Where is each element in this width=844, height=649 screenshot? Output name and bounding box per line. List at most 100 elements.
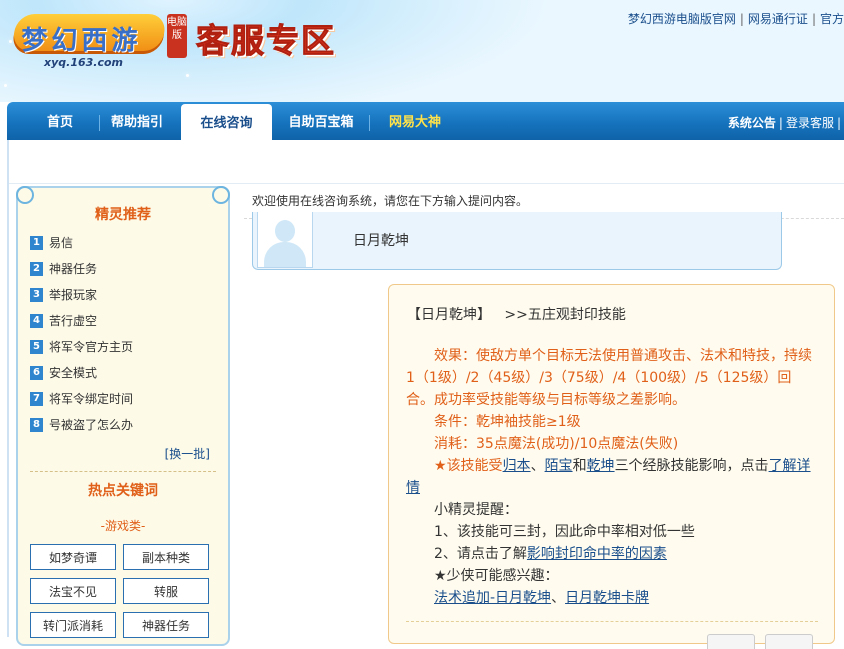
sparkle	[4, 84, 7, 87]
header-banner: 梦幻西游 电脑版 xyq.163.com 客服专区 梦幻西游电脑版官网 | 网易通行…	[0, 0, 844, 102]
divider: |	[778, 116, 783, 130]
recommend-item[interactable]: 2 神器任务	[30, 260, 97, 278]
item-number: 2	[30, 261, 43, 276]
answer-card: 【日月乾坤】 >>五庄观封印技能 效果：使敌方单个目标无法使用普通攻击、法术和特…	[388, 284, 835, 649]
sparkle	[186, 74, 189, 77]
sub-bar	[7, 140, 844, 184]
item-label: 苦行虚空	[49, 314, 98, 328]
keyword-button[interactable]: 转服	[123, 578, 209, 604]
hot-keywords-title: 热点关键词	[88, 483, 158, 499]
answer-cost: 消耗：35点魔法(成功)/10点魔法(失败)	[434, 436, 679, 452]
item-number: 4	[30, 313, 43, 328]
item-label: 举报玩家	[49, 288, 98, 302]
recommend-item[interactable]: 8 号被盗了怎么办	[30, 416, 133, 434]
sparkle	[9, 40, 12, 43]
answer-affect-line: ★该技能受归本、陌宝和乾坤三个经脉技能影响，点击了解详情	[406, 455, 818, 499]
top-link-passport[interactable]: 网易通行证	[748, 12, 808, 26]
affect-mid: 三个经脉技能影响，点击	[614, 458, 769, 474]
keyword-button[interactable]: 副本种类	[123, 544, 209, 570]
item-label: 神器任务	[49, 262, 98, 276]
tip-item: 1、该技能可三封，因此命中率相对低一些	[434, 524, 695, 540]
answer-body: 效果：使敌方单个目标无法使用普通攻击、法术和特技，持续1（1级）/2（45级）/…	[406, 345, 818, 609]
nav-self-service[interactable]: 自助百宝箱	[283, 102, 359, 140]
game-logo[interactable]: 梦幻西游 电脑版 xyq.163.com	[11, 8, 189, 72]
affect-prefix: 该技能受	[446, 458, 503, 474]
main-nav: 首页 帮助指引 在线咨询 自助百宝箱 网易大神 系统公告 | 登录客服 |	[7, 102, 844, 144]
affect-sep: 、	[530, 458, 545, 474]
tips-title: 小精灵提醒：	[434, 502, 518, 518]
answer-effect: 效果：使敌方单个目标无法使用普通攻击、法术和特技，持续1（1级）/2（45级）/…	[406, 348, 812, 408]
nav-system-notice[interactable]: 系统公告	[728, 116, 776, 130]
affect-sep: 和	[572, 458, 587, 474]
tip-prefix: 2、请点击了解	[434, 546, 527, 562]
item-label: 易信	[49, 236, 74, 250]
answer-heading: 【日月乾坤】 >>五庄观封印技能	[407, 304, 626, 324]
item-label: 号被盗了怎么办	[49, 418, 134, 432]
interest-title: ★少侠可能感兴趣：	[434, 568, 559, 584]
item-label: 将军令官方主页	[49, 340, 134, 354]
nav-right-links: 系统公告 | 登录客服 |	[728, 102, 844, 140]
user-question: 日月乾坤	[353, 233, 409, 249]
nav-help[interactable]: 帮助指引	[105, 102, 169, 140]
item-number: 1	[30, 235, 43, 250]
avatar	[257, 212, 313, 268]
logo-tag: 电脑版	[167, 14, 187, 58]
top-links: 梦幻西游电脑版官网 | 网易通行证 | 官方	[628, 10, 844, 27]
link-qiankun[interactable]: 乾坤	[587, 458, 615, 474]
page-title: 客服专区	[196, 21, 336, 61]
interest-sep: 、	[551, 590, 566, 606]
nav-divider	[369, 115, 370, 131]
avatar-head	[275, 220, 295, 242]
top-link-official[interactable]: 官方	[820, 12, 844, 26]
refresh-recommend-link[interactable]: [换一批]	[165, 445, 210, 462]
nav-online-consult[interactable]: 在线咨询	[181, 104, 272, 144]
star-icon: ★	[434, 458, 447, 474]
link-guiben[interactable]: 归本	[503, 458, 531, 474]
category-label: -游戏类-	[100, 519, 146, 533]
logo-text: 梦幻西游	[21, 26, 142, 56]
item-label: 将军令绑定时间	[49, 392, 134, 406]
keyword-button[interactable]: 神器任务	[123, 612, 209, 638]
recommend-title: 精灵推荐	[95, 207, 151, 223]
dashed-divider	[30, 471, 216, 472]
link-mobao[interactable]: 陌宝	[545, 458, 573, 474]
answer-skill-name: 【日月乾坤】	[407, 307, 491, 323]
logo-url: xyq.163.com	[44, 56, 123, 69]
keyword-button[interactable]: 法宝不见	[30, 578, 116, 604]
item-number: 5	[30, 339, 43, 354]
tip-item: 2、请点击了解影响封印命中率的因素	[406, 543, 818, 565]
recommend-item[interactable]: 3 举报玩家	[30, 286, 97, 304]
seal-hit-factors-link[interactable]: 影响封印命中率的因素	[527, 546, 667, 562]
item-number: 7	[30, 391, 43, 406]
recommend-item[interactable]: 7 将军令绑定时间	[30, 390, 133, 408]
answer-condition: 条件：乾坤袖技能≥1级	[434, 414, 581, 430]
interest-link[interactable]: 法术追加-日月乾坤	[434, 590, 551, 606]
recommend-item[interactable]: 1 易信	[30, 234, 73, 252]
corner-ornament	[16, 186, 34, 204]
feedback-button[interactable]	[765, 634, 813, 649]
recommend-item[interactable]: 6 安全模式	[30, 364, 97, 382]
corner-ornament	[212, 186, 230, 204]
recommend-item[interactable]: 5 将军令官方主页	[30, 338, 133, 356]
nav-netease-dashen[interactable]: 网易大神	[381, 102, 449, 140]
nav-login-service[interactable]: 登录客服	[786, 116, 834, 130]
divider: |	[739, 12, 744, 26]
welcome-message: 欢迎使用在线咨询系统，请您在下方输入提问内容。	[252, 194, 529, 208]
logo-wordmark: 梦幻西游	[11, 14, 167, 56]
recommend-item[interactable]: 4 苦行虚空	[30, 312, 97, 330]
item-label: 安全模式	[49, 366, 98, 380]
keyword-button[interactable]: 转门派消耗	[30, 612, 116, 638]
dashed-divider	[406, 621, 818, 622]
nav-home[interactable]: 首页	[31, 102, 89, 140]
item-number: 8	[30, 417, 43, 432]
user-message-bubble: 日月乾坤	[252, 212, 782, 270]
divider: |	[836, 116, 841, 130]
interest-links: 法术追加-日月乾坤、日月乾坤卡牌	[406, 587, 818, 609]
keyword-button[interactable]: 如梦奇谭	[30, 544, 116, 570]
interest-link[interactable]: 日月乾坤卡牌	[565, 590, 649, 606]
item-number: 6	[30, 365, 43, 380]
frame-border	[7, 140, 9, 637]
top-link-official-site[interactable]: 梦幻西游电脑版官网	[628, 12, 736, 26]
item-number: 3	[30, 287, 43, 302]
feedback-button[interactable]	[707, 634, 755, 649]
